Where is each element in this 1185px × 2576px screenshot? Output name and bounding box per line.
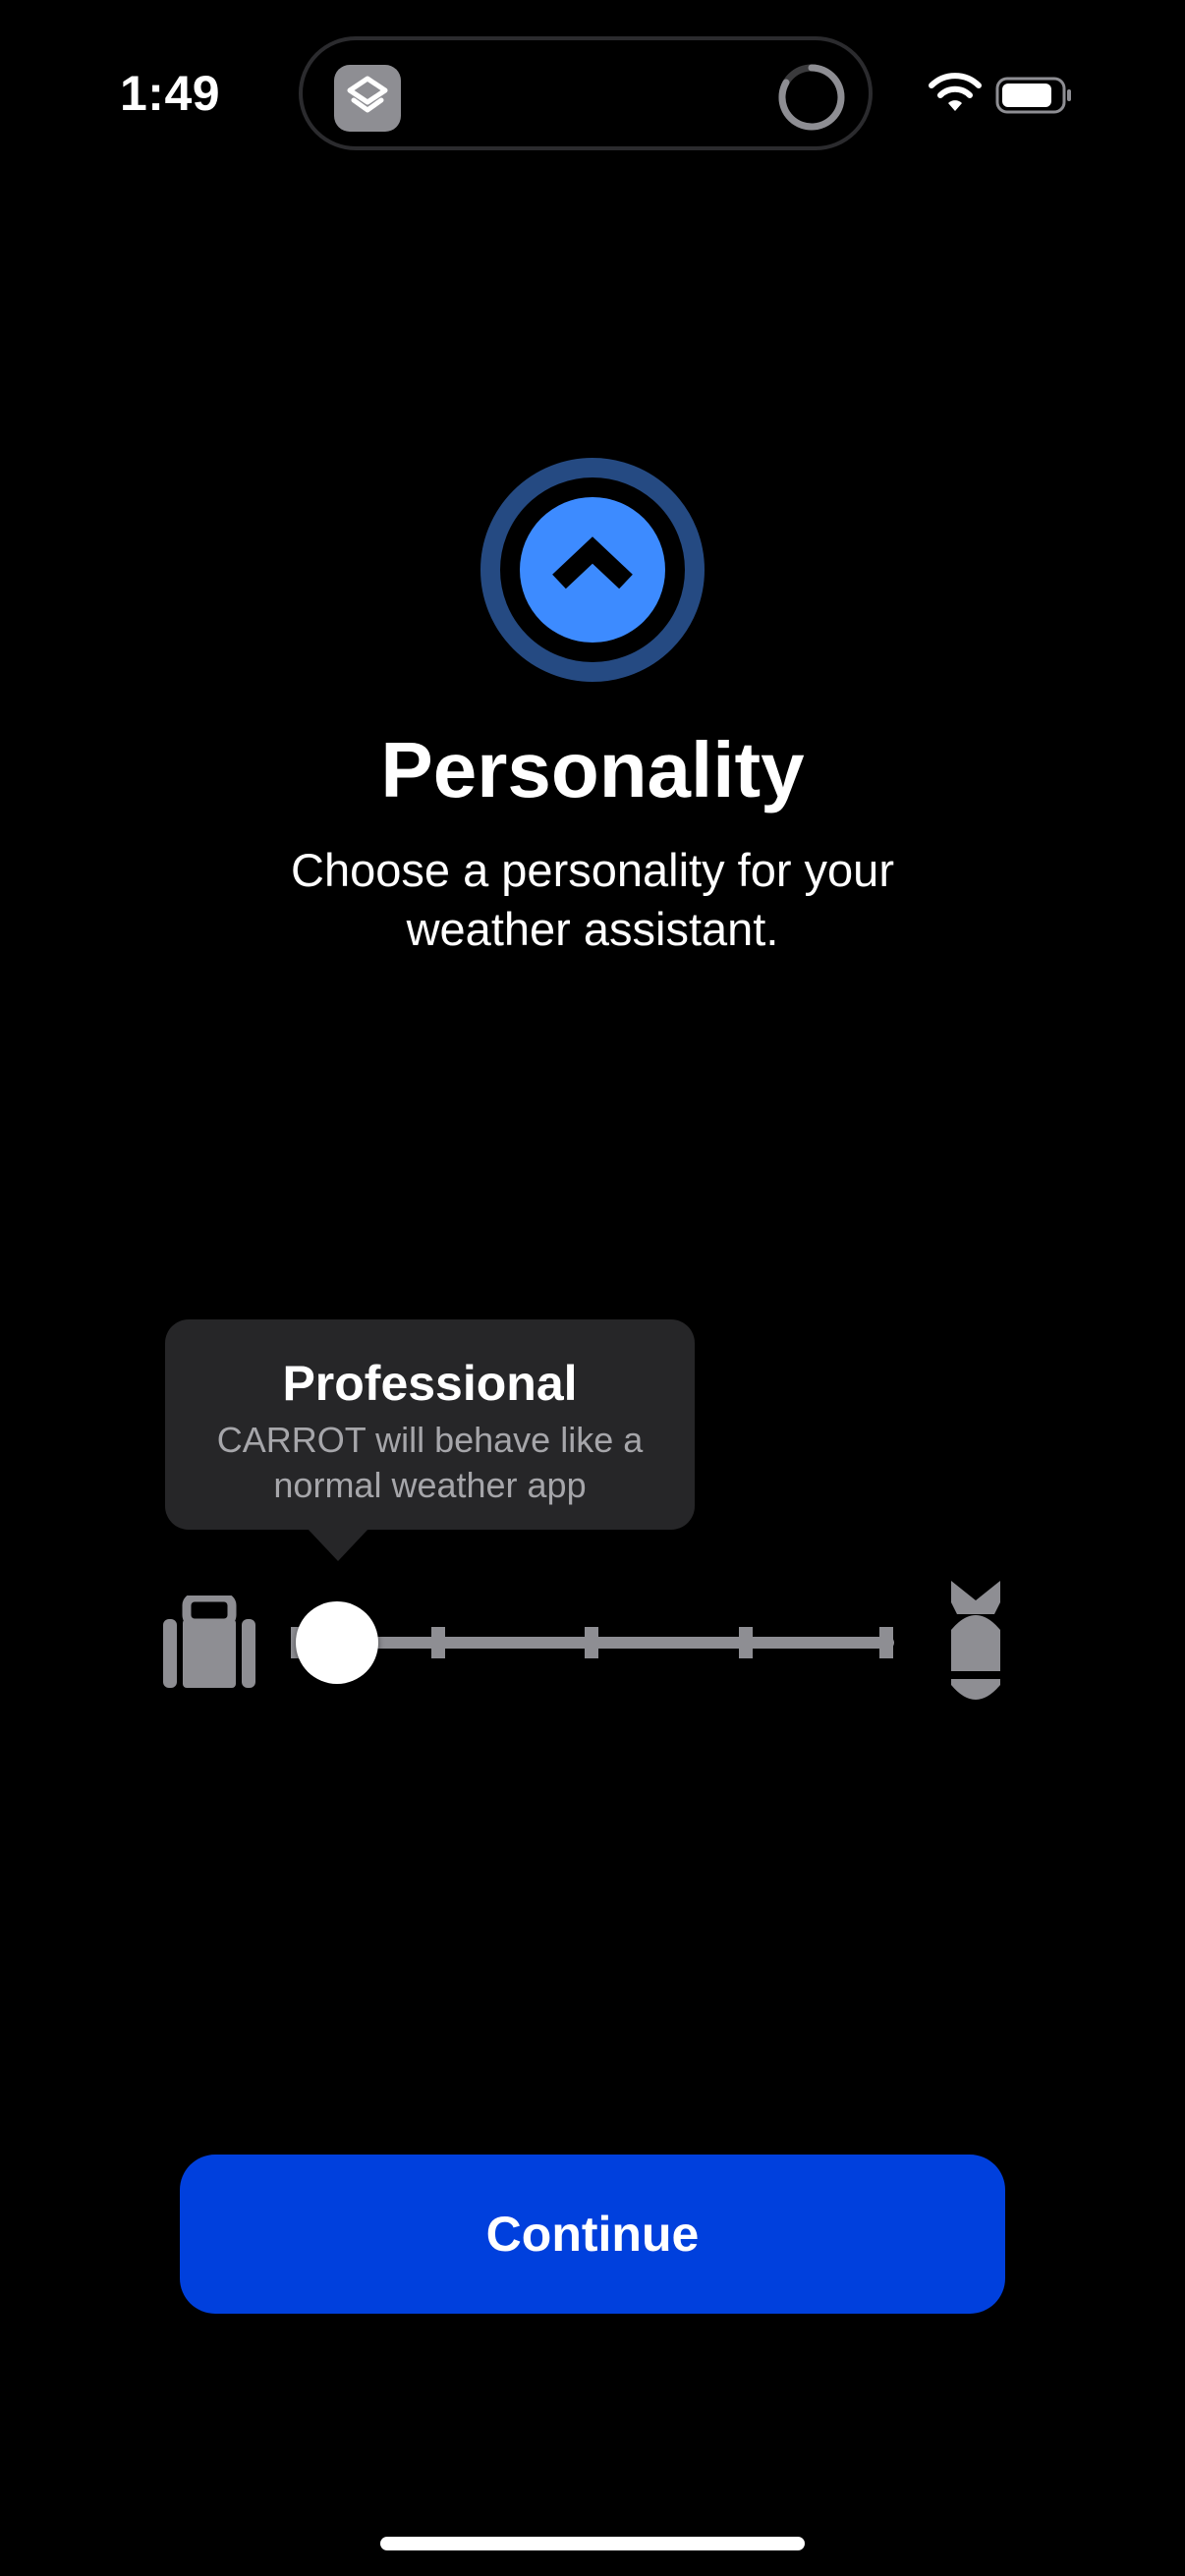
slider-tick xyxy=(879,1627,893,1658)
page-title: Personality xyxy=(380,726,805,813)
tooltip-description: CARROT will behave like a normal weather… xyxy=(216,1420,644,1505)
slider-tick xyxy=(739,1627,753,1658)
status-time: 1:49 xyxy=(120,66,221,121)
wifi-icon xyxy=(929,73,982,111)
slider-tick xyxy=(431,1627,445,1658)
personality-tooltip: Professional CARROT will behave like a n… xyxy=(165,1319,695,1530)
battery-icon xyxy=(995,77,1071,114)
loading-spinner-icon xyxy=(778,64,845,131)
briefcase-icon xyxy=(163,1596,255,1688)
personality-chevron-up-icon xyxy=(480,458,705,682)
shortcuts-app-icon xyxy=(334,65,401,132)
page-subtitle: Choose a personality for your weather as… xyxy=(291,844,894,955)
slider-tick xyxy=(585,1627,598,1658)
tooltip-title: Professional xyxy=(282,1356,578,1411)
continue-button[interactable]: Continue xyxy=(180,2155,1005,2314)
bomb-icon xyxy=(951,1581,1000,1700)
dynamic-island[interactable] xyxy=(299,36,873,150)
slider-thumb[interactable] xyxy=(296,1601,378,1684)
tooltip-arrow xyxy=(307,1528,369,1561)
home-indicator[interactable] xyxy=(380,2537,805,2550)
